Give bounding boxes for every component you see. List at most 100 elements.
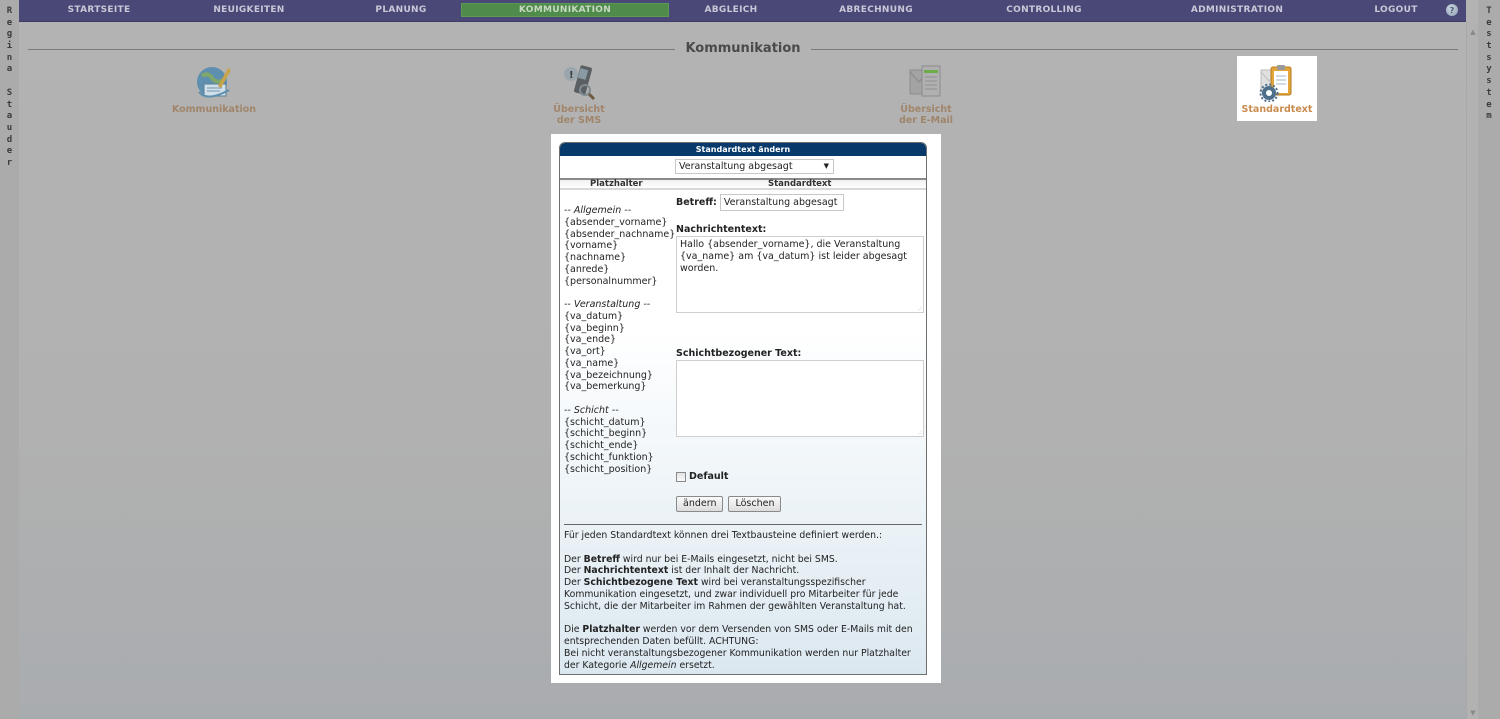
info-text-span: wird nur bei E-Mails eingesetzt, nicht b…: [619, 553, 838, 565]
placeholder-item: {schicht_position}: [564, 463, 653, 475]
top-navigation: STARTSEITE NEUIGKEITEN PLANUNG KOMMUNIKA…: [19, 0, 1466, 22]
aendern-button[interactable]: ändern: [676, 496, 724, 512]
tile-email-overview[interactable]: Übersicht der E-Mail: [886, 62, 966, 126]
info-bold: Platzhalter: [582, 624, 640, 636]
placeholder-group-title: -- Veranstaltung --: [564, 299, 651, 310]
vertical-scrollbar[interactable]: ▲ ▼: [1466, 22, 1478, 719]
placeholder-item: {vorname}: [564, 240, 619, 252]
placeholder-item: {va_datum}: [564, 310, 624, 322]
info-platzhalter: Die Platzhalter werden vor dem Versenden…: [564, 624, 922, 671]
column-headers: Platzhalter Standardtext: [560, 178, 926, 190]
email-list-icon: [909, 65, 941, 97]
placeholder-item: {nachname}: [564, 252, 627, 263]
info-bold: Nachrichtentext: [583, 565, 669, 577]
nav-abrechnung[interactable]: ABRECHNUNG: [816, 3, 936, 17]
nav-abgleich[interactable]: ABGLEICH: [671, 3, 791, 17]
system-label-char: s: [1486, 52, 1492, 63]
standardtext-form: Betreff: Nachrichtentext: Hallo {absende…: [676, 193, 924, 512]
default-label: Default: [689, 471, 729, 482]
column-header-standardtext: Standardtext: [768, 179, 832, 189]
user-name-char: r: [6, 157, 13, 168]
info-intro: Für jeden Standardtext können drei Textb…: [564, 530, 883, 541]
placeholder-spacer: [564, 287, 676, 299]
system-label-char: t: [1486, 41, 1492, 52]
schicht-textarea[interactable]: [676, 360, 924, 437]
placeholder-item: {va_bemerkung}: [564, 381, 647, 393]
main-content: STARTSEITE NEUIGKEITEN PLANUNG KOMMUNIKA…: [19, 0, 1466, 719]
button-row: ändern Löschen: [676, 496, 924, 512]
info-text-span: Der: [564, 553, 584, 565]
system-label-char: e: [1486, 17, 1492, 28]
user-name-char: a: [6, 111, 13, 122]
system-label-char: s: [1486, 29, 1492, 40]
user-name-char: g: [6, 29, 13, 40]
template-select[interactable]: Veranstaltung abgesagt ▼: [675, 159, 834, 174]
placeholder-item: {schicht_ende}: [564, 440, 639, 451]
nav-administration[interactable]: ADMINISTRATION: [1167, 3, 1307, 17]
placeholder-group-title: -- Schicht --: [564, 404, 619, 416]
info-text-span: Der: [564, 577, 584, 589]
placeholder-item: {va_name}: [564, 357, 620, 369]
info-text: Für jeden Standardtext können drei Textb…: [564, 524, 922, 672]
resize-grip-icon[interactable]: .:: [918, 306, 922, 312]
user-name-char: t: [6, 99, 13, 110]
nav-kommunikation[interactable]: KOMMUNIKATION: [461, 3, 669, 17]
resize-grip-icon[interactable]: .:: [918, 430, 922, 436]
placeholder-group-title: -- Allgemein --: [564, 205, 632, 216]
dialog-title: Standardtext ändern: [560, 143, 926, 156]
tile-sms-overview[interactable]: ! Übersicht der SMS: [539, 62, 619, 126]
info-text-span: Die: [564, 624, 583, 636]
svg-text:!: !: [569, 70, 574, 81]
system-label-char: s: [1486, 76, 1492, 87]
betreff-input[interactable]: [719, 193, 844, 211]
tile-label: Übersicht der E-Mail: [898, 104, 954, 126]
globe-pencil-icon: [197, 67, 231, 98]
user-name-sidebar: Regina Stauder: [0, 0, 19, 719]
user-name-char: S: [6, 87, 13, 98]
loeschen-button[interactable]: Löschen: [728, 496, 782, 512]
info-bold: Schichtbezogene Text: [583, 577, 698, 589]
placeholder-item: {absender_vorname}: [564, 216, 668, 228]
nachricht-textarea[interactable]: Hallo {absender_vorname}, die Veranstalt…: [676, 236, 924, 313]
info-italic: Allgemein: [630, 659, 677, 671]
nav-planung[interactable]: PLANUNG: [341, 3, 461, 17]
column-header-platzhalter: Platzhalter: [590, 179, 643, 189]
help-icon[interactable]: ?: [1446, 4, 1458, 16]
system-label-char: y: [1486, 64, 1492, 75]
tile-kommunikation[interactable]: Kommunikation: [169, 62, 259, 115]
betreff-row: Betreff:: [676, 193, 924, 211]
nachricht-wrap: Hallo {absender_vorname}, die Veranstalt…: [676, 236, 924, 313]
placeholder-item: {schicht_beginn}: [564, 428, 648, 440]
nav-controlling[interactable]: CONTROLLING: [984, 3, 1104, 17]
placeholder-item: {anrede}: [564, 263, 610, 275]
user-name-char: d: [6, 134, 13, 145]
user-name-char: a: [6, 64, 13, 75]
system-label-char: e: [1486, 99, 1492, 110]
placeholder-item: {va_ort}: [564, 346, 606, 357]
user-name-char: e: [6, 17, 13, 28]
system-label-char: T: [1486, 6, 1492, 16]
placeholder-item: {absender_nachname}: [564, 228, 676, 240]
chevron-down-icon: ▼: [823, 162, 829, 170]
nav-neuigkeiten[interactable]: NEUIGKEITEN: [189, 3, 309, 17]
dialog-frame: Standardtext ändern Veranstaltung abgesa…: [551, 134, 941, 683]
tile-standardtext[interactable]: Standardtext: [1237, 56, 1317, 121]
nachricht-label: Nachrichtentext:: [676, 224, 767, 235]
system-label-sidebar: Testsystem: [1478, 0, 1500, 719]
nav-logout[interactable]: LOGOUT: [1356, 3, 1436, 17]
nav-startseite[interactable]: STARTSEITE: [39, 3, 159, 17]
info-text-span: ist der Inhalt der Nachricht.: [668, 565, 800, 577]
info-text-span: ersetzt.: [676, 659, 715, 671]
page-title-text: Kommunikation: [675, 41, 811, 56]
phone-magnifier-icon: !: [564, 65, 596, 101]
placeholder-list: -- Allgemein -- {absender_vorname} {absend…: [564, 205, 676, 475]
default-checkbox[interactable]: [676, 471, 686, 482]
placeholder-item: {va_bezeichnung}: [564, 369, 653, 381]
placeholder-item: {schicht_datum}: [564, 416, 646, 428]
schicht-label: Schichtbezogener Text:: [676, 348, 802, 359]
standardtext-dialog: Standardtext ändern Veranstaltung abgesa…: [559, 142, 927, 675]
user-name-char: e: [6, 146, 13, 157]
template-select-row: Veranstaltung abgesagt ▼: [560, 156, 926, 178]
user-name-char: R: [6, 6, 13, 16]
schicht-wrap: .:: [676, 360, 924, 437]
